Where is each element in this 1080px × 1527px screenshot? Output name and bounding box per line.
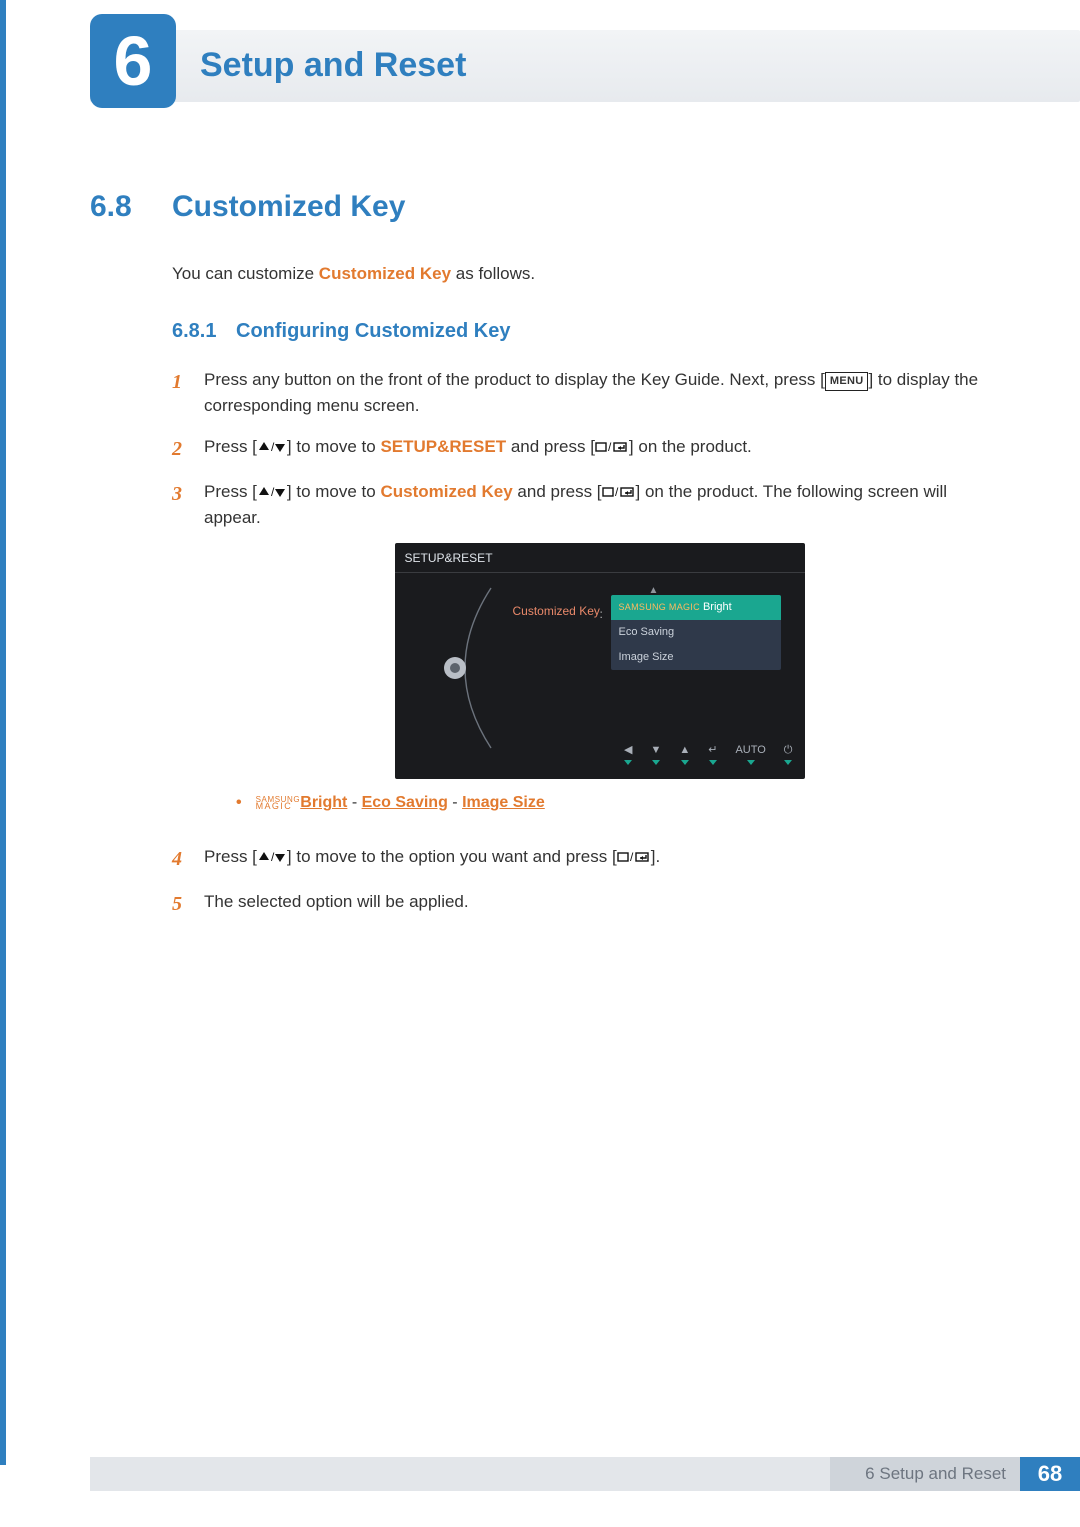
osd-back-icon: ◀	[624, 742, 632, 759]
select-enter-icon: /	[617, 850, 651, 864]
subsection-number: 6.8.1	[172, 320, 236, 343]
section-intro: You can customize Customized Key as foll…	[172, 264, 995, 284]
chapter-number-badge: 6	[90, 14, 176, 108]
svg-text:/: /	[271, 850, 275, 864]
osd-options-list: SAMSUNG MAGIC Bright Eco Saving Image Si…	[611, 595, 781, 670]
svg-text:/: /	[615, 485, 619, 499]
svg-text:/: /	[630, 850, 634, 864]
up-down-arrow-icon: /	[257, 485, 287, 499]
osd-enter-icon: ↵	[708, 742, 717, 759]
step-number: 1	[172, 367, 204, 420]
select-enter-icon: /	[602, 485, 636, 499]
step3-a: Press [	[204, 482, 257, 501]
chapter-title: Setup and Reset	[200, 46, 466, 85]
sidebar-stripe	[0, 0, 6, 1465]
select-enter-icon: /	[595, 440, 629, 454]
subsection-title: Configuring Customized Key	[236, 320, 510, 343]
step-3: 3 Press [ / ] to move to Customized Key an…	[172, 479, 995, 830]
osd-down-icon: ▼	[650, 742, 661, 759]
osd-colon: :	[600, 605, 603, 624]
subsection-heading: 6.8.1 Configuring Customized Key	[172, 320, 995, 343]
step-1: 1 Press any button on the front of the p…	[172, 367, 995, 420]
step-number: 3	[172, 479, 204, 830]
osd-arc-graphic	[429, 583, 509, 753]
step-4: 4 Press [ / ] to move to the option you wa…	[172, 844, 995, 875]
step2-d: ] on the product.	[629, 437, 752, 456]
step4-a: Press [	[204, 847, 257, 866]
svg-text:/: /	[271, 485, 275, 499]
osd-power-icon: ⏻	[784, 742, 793, 759]
osd-up-icon: ▲	[679, 742, 690, 759]
bullet-image-size: Image Size	[462, 794, 545, 811]
steps-list: 1 Press any button on the front of the p…	[172, 367, 995, 920]
osd-header: SETUP&RESET	[395, 543, 805, 573]
magic-text: MAGIC	[256, 803, 301, 811]
svg-text:/: /	[271, 440, 275, 454]
step-2: 2 Press [ / ] to move to SETUP&RESET and p…	[172, 434, 995, 465]
up-down-arrow-icon: /	[257, 850, 287, 864]
footer-page-number: 68	[1020, 1457, 1080, 1491]
step3-b: ] to move to	[287, 482, 381, 501]
options-bullet: • SAMSUNG MAGIC Bright - Eco Saving - Im…	[236, 791, 995, 816]
osd-opt1-small: SAMSUNG MAGIC	[619, 602, 700, 612]
menu-key-icon: MENU	[825, 372, 869, 391]
step4-c: ].	[651, 847, 660, 866]
step1-a: Press any button on the front of the pro…	[204, 370, 825, 389]
osd-option: Eco Saving	[611, 620, 781, 645]
samsung-magic-logo: SAMSUNG MAGIC	[256, 797, 301, 811]
section-heading: 6.8 Customized Key	[90, 190, 995, 224]
step-number: 2	[172, 434, 204, 465]
footer-spacer	[90, 1457, 830, 1491]
bullet-icon: •	[236, 791, 242, 816]
step-number: 4	[172, 844, 204, 875]
section-title: Customized Key	[172, 190, 405, 224]
page-content: 6.8 Customized Key You can customize Cus…	[90, 190, 995, 934]
osd-opt1: Bright	[703, 601, 732, 613]
chapter-header: 6 Setup and Reset	[0, 0, 1080, 120]
up-down-arrow-icon: /	[257, 440, 287, 454]
intro-highlight: Customized Key	[319, 264, 451, 283]
osd-screenshot: SETUP&RESET ▲ Customized Key :	[395, 543, 805, 779]
intro-post: as follows.	[451, 264, 535, 283]
step-number: 5	[172, 889, 204, 920]
osd-bottom-icons: ◀ ▼ ▲ ↵ AUTO ⏻	[395, 743, 805, 763]
step4-b: ] to move to the option you want and pre…	[287, 847, 617, 866]
intro-pre: You can customize	[172, 264, 319, 283]
page-footer: 6 Setup and Reset 68	[90, 1457, 1080, 1491]
bullet-eco: Eco Saving	[362, 794, 448, 811]
footer-chapter-label: 6 Setup and Reset	[830, 1457, 1020, 1491]
step5-text: The selected option will be applied.	[204, 889, 995, 920]
osd-option: Image Size	[611, 645, 781, 670]
step3-hl: Customized Key	[380, 482, 512, 501]
bullet-sep2: -	[448, 794, 462, 811]
bullet-sep1: -	[347, 794, 361, 811]
osd-option-selected: SAMSUNG MAGIC Bright	[611, 595, 781, 620]
step2-b: ] to move to	[287, 437, 381, 456]
step2-c: and press [	[506, 437, 595, 456]
svg-text:/: /	[608, 440, 612, 454]
step2-hl: SETUP&RESET	[380, 437, 506, 456]
bullet-bright: Bright	[300, 794, 347, 811]
section-number: 6.8	[90, 190, 172, 224]
step-5: 5 The selected option will be applied.	[172, 889, 995, 920]
step3-c: and press [	[513, 482, 602, 501]
step2-a: Press [	[204, 437, 257, 456]
osd-auto-label: AUTO	[735, 742, 765, 759]
